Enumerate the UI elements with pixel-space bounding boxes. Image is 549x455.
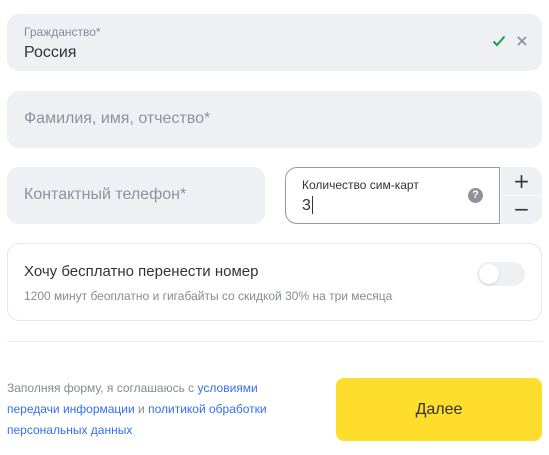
- citizenship-value: Россия: [24, 44, 77, 61]
- citizenship-field[interactable]: Гражданство* Россия: [7, 14, 542, 71]
- sim-count-value: 3: [302, 197, 311, 214]
- citizenship-label: Гражданство*: [24, 25, 101, 39]
- full-name-field[interactable]: Фамилия, имя, отчество*: [7, 91, 542, 148]
- submit-button[interactable]: Далее: [336, 378, 542, 441]
- check-icon: [492, 34, 506, 52]
- number-transfer-subtitle: 1200 минут беоплатно и гигабайты со скид…: [24, 289, 393, 303]
- divider: [7, 341, 542, 342]
- phone-placeholder: Контактный телефон*: [24, 186, 187, 203]
- number-transfer-card: Хочу бесплатно перенести номер 1200 мину…: [7, 243, 542, 321]
- consent-text: Заполняя форму, я соглашаюсь с условиями…: [7, 378, 307, 441]
- consent-text-before: Заполняя форму, я соглашаюсь с: [7, 381, 198, 395]
- consent-text-between: и: [134, 402, 149, 416]
- sim-count-field[interactable]: Количество сим-карт 3 ?: [285, 167, 500, 224]
- help-icon[interactable]: ?: [468, 188, 483, 203]
- phone-field[interactable]: Контактный телефон*: [7, 167, 265, 224]
- toggle-knob: [479, 264, 499, 284]
- full-name-placeholder: Фамилия, имя, отчество*: [24, 110, 211, 127]
- increment-button[interactable]: +: [501, 167, 542, 195]
- clear-icon[interactable]: [516, 34, 528, 52]
- number-transfer-toggle[interactable]: [477, 262, 525, 286]
- text-cursor: [312, 196, 313, 214]
- decrement-button[interactable]: −: [501, 196, 542, 224]
- sim-count-label: Количество сим-карт: [302, 178, 419, 192]
- number-transfer-title: Хочу бесплатно перенести номер: [24, 263, 259, 280]
